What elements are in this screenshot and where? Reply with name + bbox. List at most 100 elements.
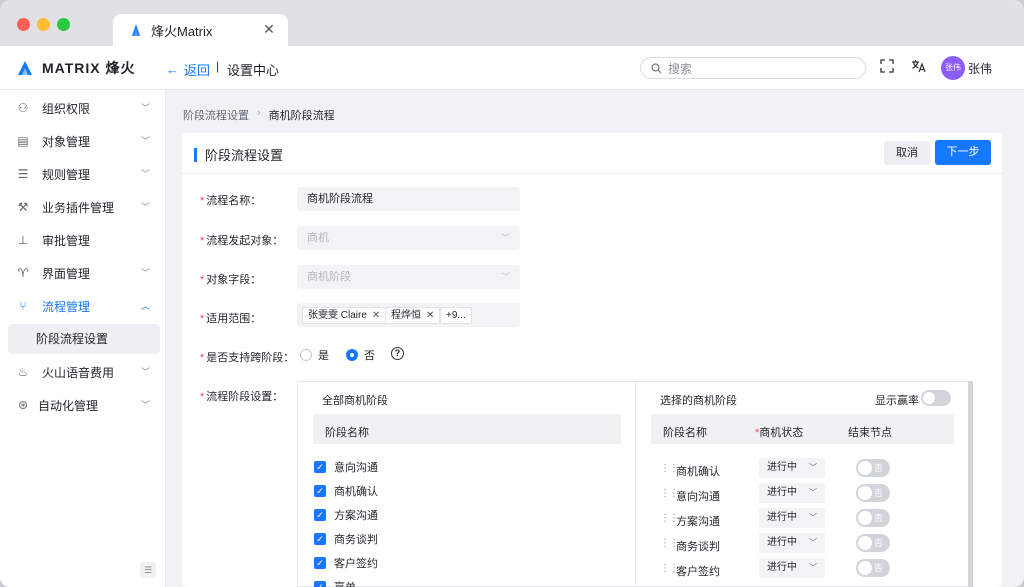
sidebar-subitem-stage-flow[interactable]: 阶段流程设置 [8, 324, 160, 354]
stage-checkbox-item[interactable]: ✓ 意向沟通 [314, 459, 378, 475]
stage-checkbox-item[interactable]: ✓ 方案沟通 [314, 507, 378, 523]
translate-icon[interactable] [910, 59, 926, 75]
tag-close-icon[interactable]: ✕ [426, 308, 434, 323]
search-icon [651, 62, 662, 73]
user-name[interactable]: 张伟 [968, 60, 992, 77]
sidebar-item-automation-management[interactable]: ⊛ 自动化管理 ﹀ [8, 390, 160, 420]
all-stages-header: 阶段名称 [313, 414, 621, 444]
selected-stages-title: 选择的商机阶段 [660, 395, 737, 407]
all-stages-title: 全部商机阶段 [322, 395, 388, 407]
cancel-button[interactable]: 取消 [884, 141, 930, 165]
chevron-down-icon: ﹀ [500, 272, 510, 282]
sidebar-item-label: 自动化管理 [38, 398, 99, 413]
sidebar-item-ui-management[interactable]: ♈ 界面管理 ﹀ [8, 258, 160, 288]
breadcrumb-current: 商机阶段流程 [268, 110, 335, 122]
app-header: MATRIX 烽火 ← 返回 | 设置中心 搜索 张伟 张伟 [0, 46, 1024, 90]
status-select[interactable]: 进行中 ﹀ [759, 558, 825, 578]
selected-stages-header: 阶段名称 *商机状态 结束节点 [651, 414, 954, 444]
flow-name-input[interactable]: 商机阶段流程 [297, 187, 520, 211]
toggle-knob [858, 511, 872, 525]
close-window-dot[interactable] [17, 18, 30, 31]
chevron-down-icon: ﹀ [140, 400, 150, 410]
column-header: *商机状态 [755, 427, 804, 439]
flow-object-select[interactable]: 商机 ﹀ [297, 226, 520, 250]
cross-stage-label: * 是否支持跨阶段： [200, 352, 295, 364]
all-stages-box: 全部商机阶段 阶段名称 ✓ 意向沟通 ✓ 商机确认 ✓ 方案沟通 ✓ 商务谈判 ✓ 客户签… [297, 381, 636, 587]
tag-close-icon[interactable]: ✕ [372, 308, 380, 323]
scope-tag: 张雯雯 Claire ✕ [302, 307, 387, 324]
toggle-knob [923, 392, 935, 404]
toggle-knob [858, 561, 872, 575]
sidebar-item-object-management[interactable]: ▤ 对象管理 ﹀ [8, 126, 160, 156]
stage-checkbox-item[interactable]: ✓ 客户签约 [314, 555, 378, 571]
help-icon[interactable]: ? [391, 347, 404, 360]
status-select[interactable]: 进行中 ﹀ [759, 508, 825, 528]
sidebar-item-plugin-management[interactable]: ⚒ 业务插件管理 ﹀ [8, 192, 160, 222]
search-input[interactable]: 搜索 [640, 57, 866, 79]
back-link[interactable]: ← 返回 [166, 60, 210, 79]
end-node-toggle[interactable]: 否 [856, 559, 890, 577]
browser-tab[interactable]: 烽火Matrix ✕ [113, 14, 288, 46]
chevron-down-icon: ﹀ [140, 103, 150, 113]
sidebar-item-rule-management[interactable]: ☰ 规则管理 ﹀ [8, 159, 160, 189]
tab-close-icon[interactable]: ✕ [260, 21, 278, 38]
radio-circle-selected [346, 349, 358, 361]
automation-icon: ⊛ [17, 398, 29, 412]
chevron-down-icon: ﹀ [809, 513, 817, 522]
collapse-sidebar-icon[interactable]: ☰ [140, 562, 156, 578]
radio-no[interactable]: 否 [346, 347, 375, 363]
tab-title: 烽火Matrix [151, 23, 213, 39]
end-node-toggle[interactable]: 否 [856, 534, 890, 552]
column-header: 阶段名称 [663, 427, 707, 439]
scope-tag: 程烨恒 ✕ [385, 307, 441, 324]
sidebar-item-approval-management[interactable]: ⊥ 审批管理 [8, 225, 160, 255]
sidebar: ⚇ 组织权限 ﹀ ▤ 对象管理 ﹀ ☰ 规则管理 ﹀ ⚒ 业务插件管理 ﹀ ⊥ … [0, 90, 166, 587]
column-header: 阶段名称 [325, 427, 369, 439]
stage-checkbox-item[interactable]: ✓ 商务谈判 [314, 531, 378, 547]
stage-checkbox-item[interactable]: ✓ 商机确认 [314, 483, 378, 499]
status-select[interactable]: 进行中 ﹀ [759, 533, 825, 553]
matrix-logo-icon [18, 61, 32, 75]
win-rate-toggle[interactable] [921, 390, 951, 406]
maximize-window-dot[interactable] [57, 18, 70, 31]
flow-icon: ⑂ [19, 299, 27, 313]
end-node-toggle[interactable]: 否 [856, 484, 890, 502]
next-step-button[interactable]: 下一步 [935, 140, 991, 165]
sidebar-item-label: 界面管理 [42, 266, 91, 281]
end-node-toggle[interactable]: 否 [856, 509, 890, 527]
checkbox-checked-icon: ✓ [314, 533, 326, 545]
sidebar-item-label: 对象管理 [42, 134, 91, 149]
radio-yes[interactable]: 是 [300, 347, 329, 363]
brand-logo[interactable]: MATRIX 烽火 [16, 58, 136, 78]
browser-window: 烽火Matrix ✕ MATRIX 烽火 ← 返回 | 设置中心 搜索 张伟 张… [0, 0, 1024, 587]
selected-stages-box: 选择的商机阶段 显示赢率 阶段名称 *商机状态 结束节点 ⋮⋮ 商机确认 进行中… [635, 381, 969, 587]
stage-name: 方案沟通 [676, 516, 720, 528]
selected-stage-row: ⋮⋮ 商机确认 进行中 ﹀ 否 [636, 458, 976, 482]
panel-divider [182, 173, 1002, 174]
radio-no-label: 否 [364, 350, 375, 362]
minimize-window-dot[interactable] [37, 18, 50, 31]
sidebar-item-org-permissions[interactable]: ⚇ 组织权限 ﹀ [8, 93, 160, 123]
sidebar-item-label: 火山语音费用 [42, 365, 115, 380]
stage-box-scrollbar[interactable] [968, 381, 973, 587]
status-select[interactable]: 进行中 ﹀ [759, 483, 825, 503]
stage-name: 意向沟通 [676, 491, 720, 503]
stage-checkbox-item[interactable]: ✓赢单 [314, 579, 356, 587]
sidebar-item-volcano-voice-fees[interactable]: ♨ 火山语音费用 ﹀ [8, 357, 160, 387]
avatar[interactable]: 张伟 [941, 56, 965, 80]
selected-stage-row: ⋮⋮ 方案沟通 进行中 ﹀ 否 [636, 508, 976, 532]
object-field-label: * 对象字段： [200, 274, 262, 286]
chevron-down-icon: ﹀ [809, 538, 817, 547]
scope-more-tag[interactable]: +9... [440, 307, 472, 324]
chevron-down-icon: ﹀ [140, 268, 150, 278]
sidebar-item-flow-management[interactable]: ⑂ 流程管理 ︿ [8, 291, 160, 321]
header-separator: | [216, 59, 220, 73]
breadcrumb-parent[interactable]: 阶段流程设置 [183, 107, 249, 123]
fullscreen-icon[interactable] [879, 59, 895, 75]
end-node-toggle[interactable]: 否 [856, 459, 890, 477]
arrow-left-icon: ← [166, 62, 179, 77]
status-select[interactable]: 进行中 ﹀ [759, 458, 825, 478]
scope-select[interactable]: 张雯雯 Claire ✕ 程烨恒 ✕ +9... [297, 303, 520, 327]
panel-title-text: 阶段流程设置 [205, 148, 284, 163]
object-field-select[interactable]: 商机阶段 ﹀ [297, 265, 520, 289]
